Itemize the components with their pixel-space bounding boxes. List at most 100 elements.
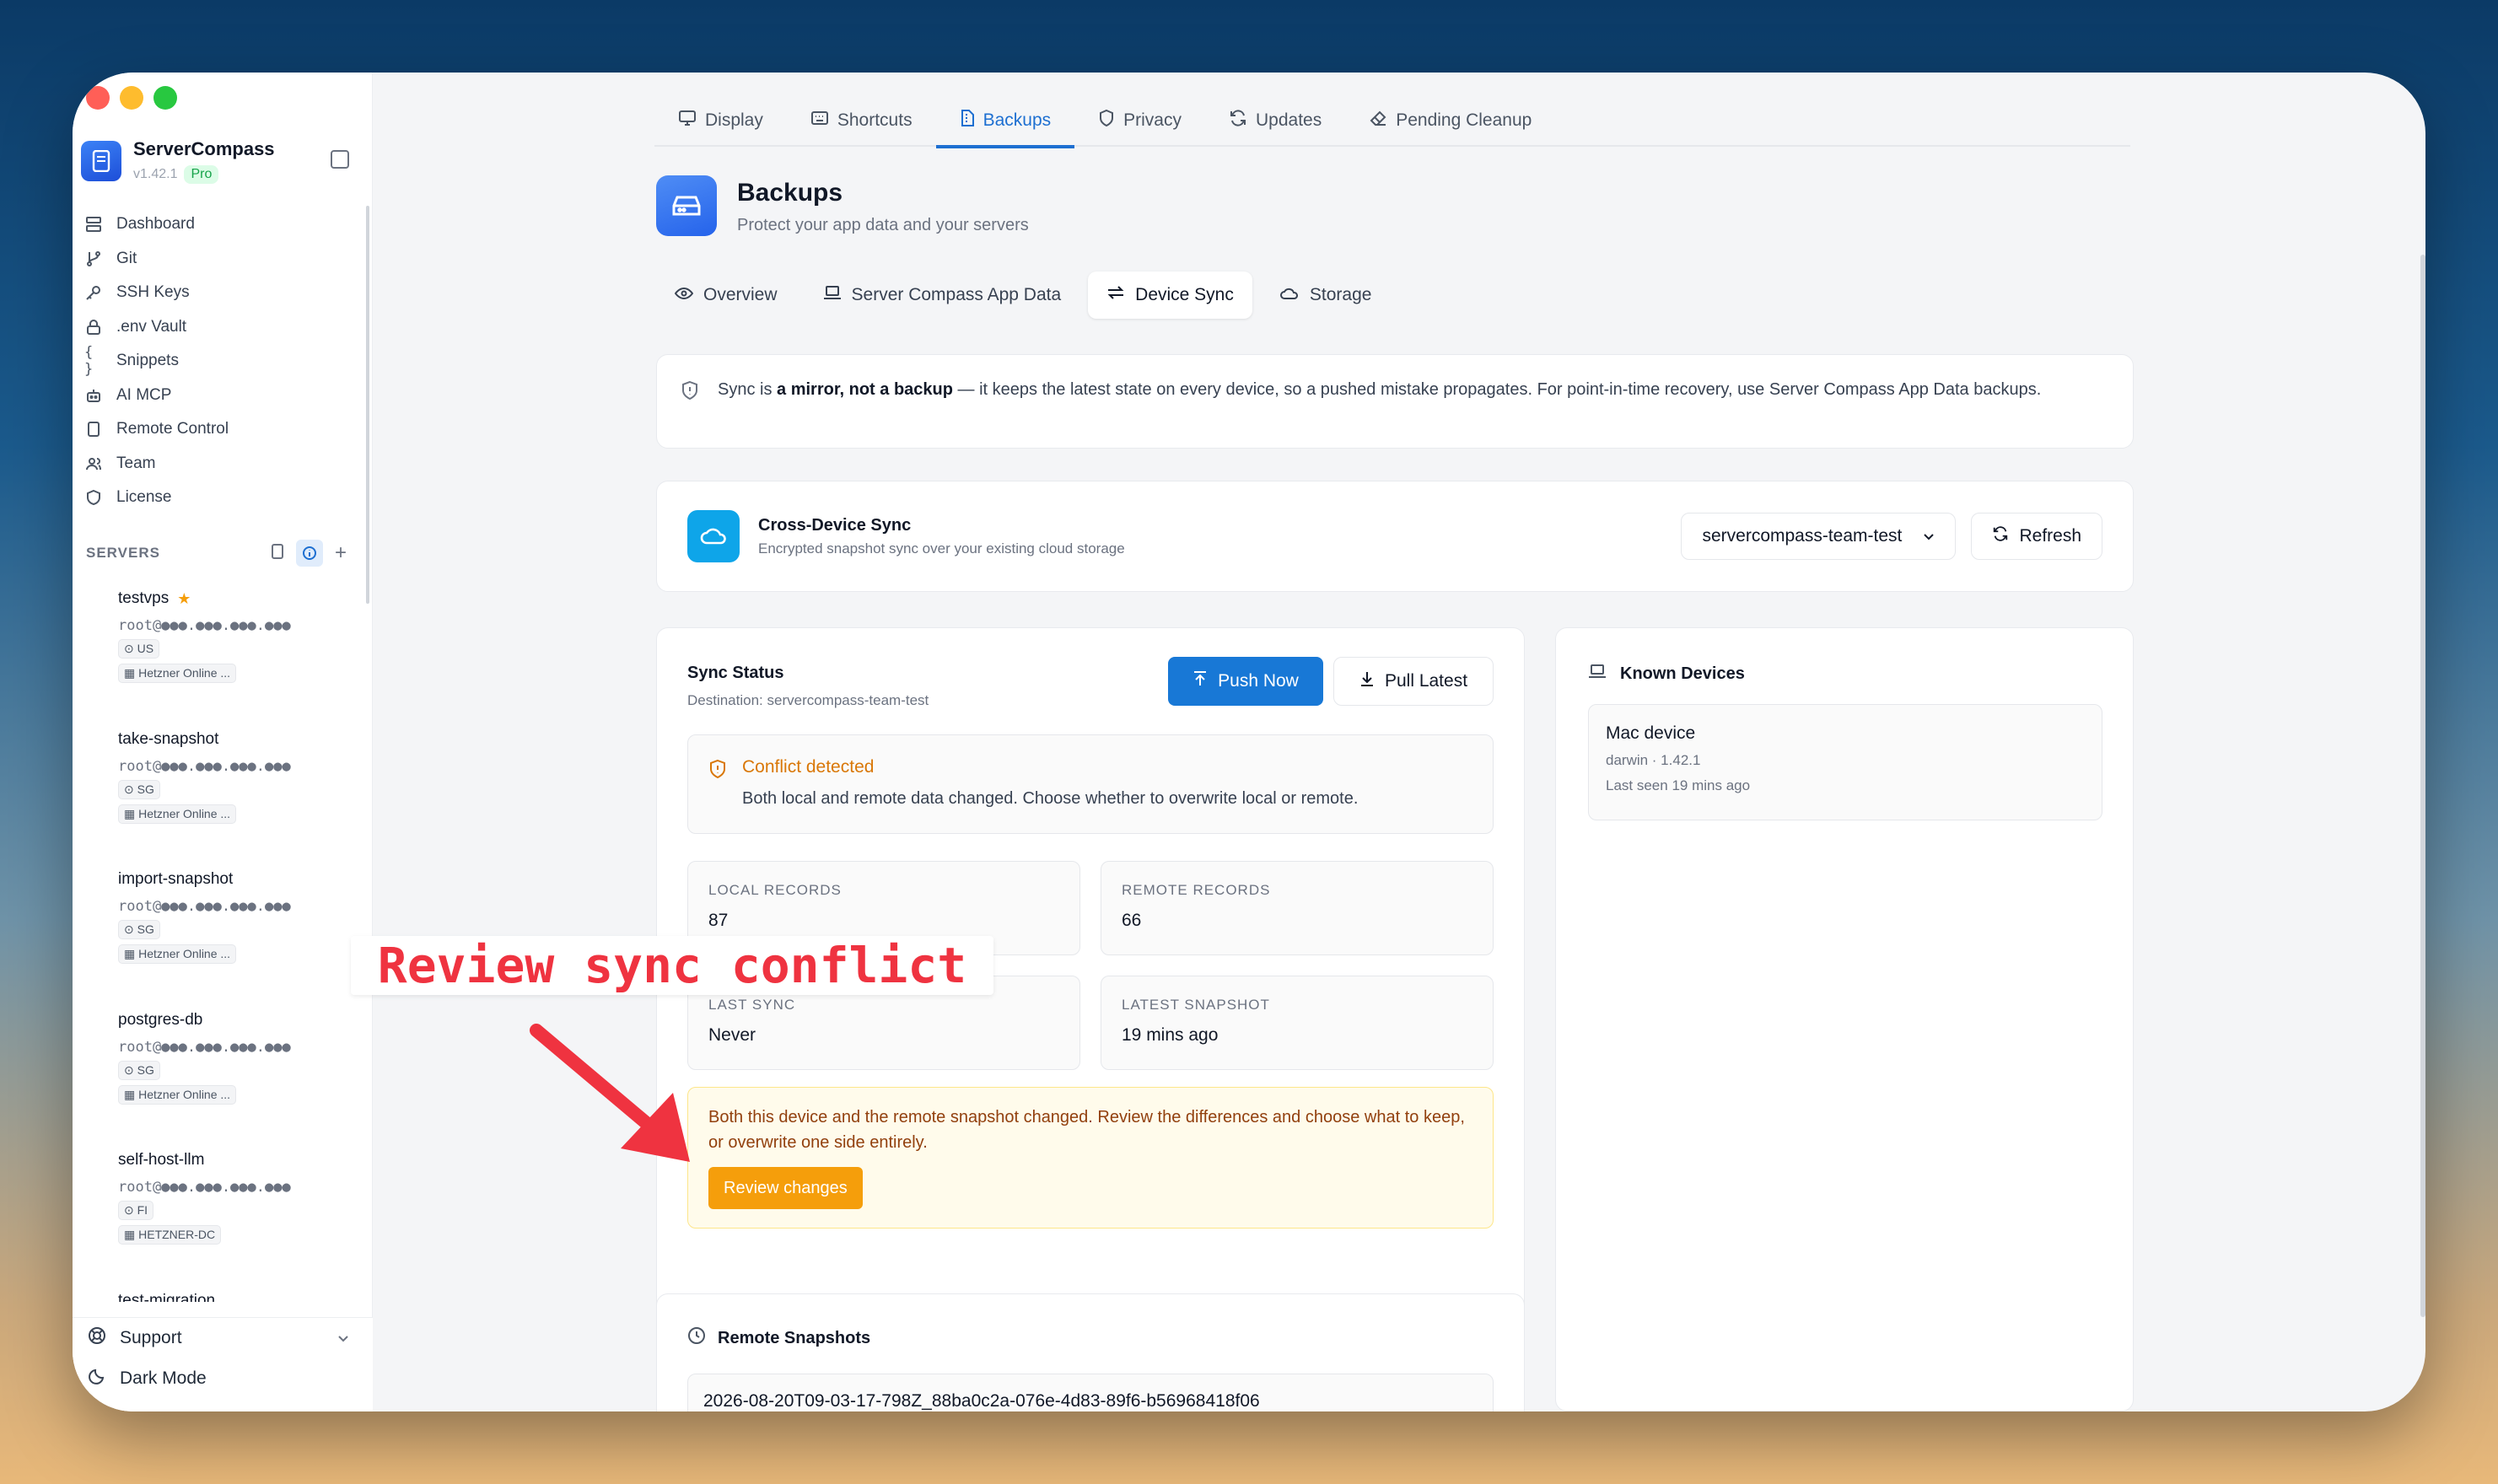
push-now-button[interactable]: Push Now <box>1168 657 1323 706</box>
server-item[interactable]: postgres-db root@●●●.●●●.●●●.●●● ⊙ SG ▦ … <box>118 1008 346 1149</box>
add-server-icon[interactable]: + <box>335 541 347 565</box>
region-badge: ⊙ FI <box>118 1201 154 1220</box>
stat-value: 19 mins ago <box>1122 1025 1219 1045</box>
sidebar: ServerCompass v1.42.1 Pro Dashboard Git … <box>73 73 373 1411</box>
main-scrollbar[interactable] <box>2420 255 2425 1317</box>
device-last-seen: Last seen 19 mins ago <box>1606 777 1751 793</box>
sidebar-footer: Support Dark Mode <box>73 1317 373 1411</box>
tab-label: Backups <box>983 110 1052 130</box>
cross-device-sync-card: Cross-Device Sync Encrypted snapshot syn… <box>656 481 2134 592</box>
shield-icon <box>1098 109 1115 132</box>
sidebar-item-env-vault[interactable]: .env Vault <box>84 310 354 345</box>
backup-subtabs: Overview Server Compass App Data Device … <box>656 272 1390 319</box>
chevron-down-icon <box>337 1328 349 1348</box>
server-item[interactable]: test-migration <box>118 1289 346 1303</box>
tablet-icon <box>84 420 103 438</box>
support-menu[interactable]: Support <box>73 1318 373 1358</box>
sidebar-item-ai-mcp[interactable]: AI MCP <box>84 379 354 413</box>
sidebar-item-label: Snippets <box>116 352 179 370</box>
servers-heading: SERVERS + <box>86 540 347 567</box>
eye-icon <box>674 285 694 305</box>
server-item[interactable]: self-host-llm root@●●●.●●●.●●●.●●● ⊙ FI … <box>118 1148 346 1289</box>
server-item[interactable]: import-snapshot root@●●●.●●●.●●●.●●● ⊙ S… <box>118 868 346 1008</box>
provider-badge: ▦ HETZNER-DC <box>118 1225 222 1245</box>
subtab-overview[interactable]: Overview <box>656 272 796 319</box>
stat-label: LOCAL RECORDS <box>708 882 842 898</box>
device-icon[interactable] <box>271 543 284 564</box>
tab-label: Privacy <box>1123 110 1182 130</box>
provider-badge: ▦ Hetzner Online ... <box>118 664 237 683</box>
snapshot-row[interactable]: 2026-08-20T09-03-17-798Z_88ba0c2a-076e-4… <box>687 1374 1494 1411</box>
sidebar-item-label: Remote Control <box>116 420 229 438</box>
subtab-storage[interactable]: Storage <box>1261 272 1391 319</box>
region-badge: ⊙ US <box>118 639 160 659</box>
server-host: root@●●●.●●●.●●●.●●● <box>118 898 291 915</box>
swap-icon <box>1106 285 1125 305</box>
info-icon[interactable] <box>295 540 323 567</box>
sync-target-value: servercompass-team-test <box>1702 526 1903 546</box>
tab-label: Pending Cleanup <box>1396 110 1532 130</box>
sidebar-item-snippets[interactable]: { } Snippets <box>84 344 354 379</box>
server-host: root@●●●.●●●.●●●.●●● <box>118 617 291 634</box>
star-icon[interactable]: ★ <box>177 590 191 608</box>
region-badge: ⊙ SG <box>118 779 160 799</box>
sync-target-select[interactable]: servercompass-team-test <box>1681 513 1957 560</box>
shield-alert-icon <box>708 759 727 811</box>
page-subtitle: Protect your app data and your servers <box>737 216 1029 234</box>
server-item[interactable]: testvps ★ root@●●●.●●●.●●●.●●● ⊙ US ▦ Het… <box>118 587 346 728</box>
stat-label: LATEST SNAPSHOT <box>1122 997 1270 1013</box>
tab-updates[interactable]: Updates <box>1205 94 1345 147</box>
pull-latest-button[interactable]: Pull Latest <box>1333 657 1494 706</box>
sync-notice-text: Sync is a mirror, not a backup — it keep… <box>718 380 2042 399</box>
tab-privacy[interactable]: Privacy <box>1074 94 1205 147</box>
close-window-button[interactable] <box>86 86 110 110</box>
server-name: self-host-llm <box>118 1151 205 1169</box>
sidebar-item-remote-control[interactable]: Remote Control <box>84 412 354 447</box>
braces-icon: { } <box>84 344 94 379</box>
sidebar-item-label: SSH Keys <box>116 283 190 302</box>
review-changes-button[interactable]: Review changes <box>708 1167 863 1209</box>
sidebar-item-git[interactable]: Git <box>84 242 354 277</box>
shield-alert-icon <box>681 380 699 426</box>
minimize-window-button[interactable] <box>120 86 143 110</box>
sidebar-item-team[interactable]: Team <box>84 447 354 481</box>
eraser-icon <box>1369 110 1387 132</box>
upload-icon <box>1192 670 1208 692</box>
tab-shortcuts[interactable]: Shortcuts <box>787 94 936 147</box>
zoom-window-button[interactable] <box>153 86 177 110</box>
device-name: Mac device <box>1606 723 1696 743</box>
server-host: root@●●●.●●●.●●●.●●● <box>118 757 291 775</box>
device-meta: darwin · 1.42.1 <box>1606 752 1701 768</box>
server-name: postgres-db <box>118 1010 203 1029</box>
sync-notice: Sync is a mirror, not a backup — it keep… <box>656 354 2134 449</box>
server-host: root@●●●.●●●.●●●.●●● <box>118 1038 291 1056</box>
sidebar-scrollbar[interactable] <box>366 206 369 604</box>
sidebar-item-dashboard[interactable]: Dashboard <box>84 207 354 242</box>
sidebar-item-license[interactable]: License <box>84 481 354 515</box>
download-icon <box>1359 670 1375 692</box>
tab-display[interactable]: Display <box>654 94 787 147</box>
push-now-label: Push Now <box>1218 671 1299 691</box>
monitor-icon <box>678 110 697 132</box>
refresh-button[interactable]: Refresh <box>1971 513 2102 560</box>
tab-backups[interactable]: Backups <box>935 94 1075 148</box>
server-name: take-snapshot <box>118 729 219 748</box>
brand: ServerCompass v1.42.1 Pro <box>81 138 275 184</box>
server-item[interactable]: take-snapshot root@●●●.●●●.●●●.●●● ⊙ SG … <box>118 728 346 868</box>
conflict-warning: Both this device and the remote snapshot… <box>687 1087 1494 1229</box>
sidebar-item-label: Dashboard <box>116 215 195 234</box>
refresh-icon <box>1229 109 1247 132</box>
stat-value: 66 <box>1122 911 1142 930</box>
subtab-app-data[interactable]: Server Compass App Data <box>805 272 1080 319</box>
conflict-alert: Conflict detected Both local and remote … <box>687 734 1494 834</box>
refresh-icon <box>1992 525 2009 547</box>
collapse-sidebar-icon[interactable] <box>331 150 349 169</box>
sidebar-item-ssh-keys[interactable]: SSH Keys <box>84 276 354 310</box>
known-devices-card: Known Devices Mac device darwin · 1.42.1… <box>1555 627 2134 1411</box>
conflict-title: Conflict detected <box>742 757 875 777</box>
tab-label: Shortcuts <box>837 110 913 130</box>
tab-pending-cleanup[interactable]: Pending Cleanup <box>1345 94 1555 147</box>
subtab-device-sync[interactable]: Device Sync <box>1088 272 1252 319</box>
dark-mode-toggle[interactable]: Dark Mode <box>73 1358 373 1399</box>
lifebuoy-icon <box>88 1326 106 1350</box>
